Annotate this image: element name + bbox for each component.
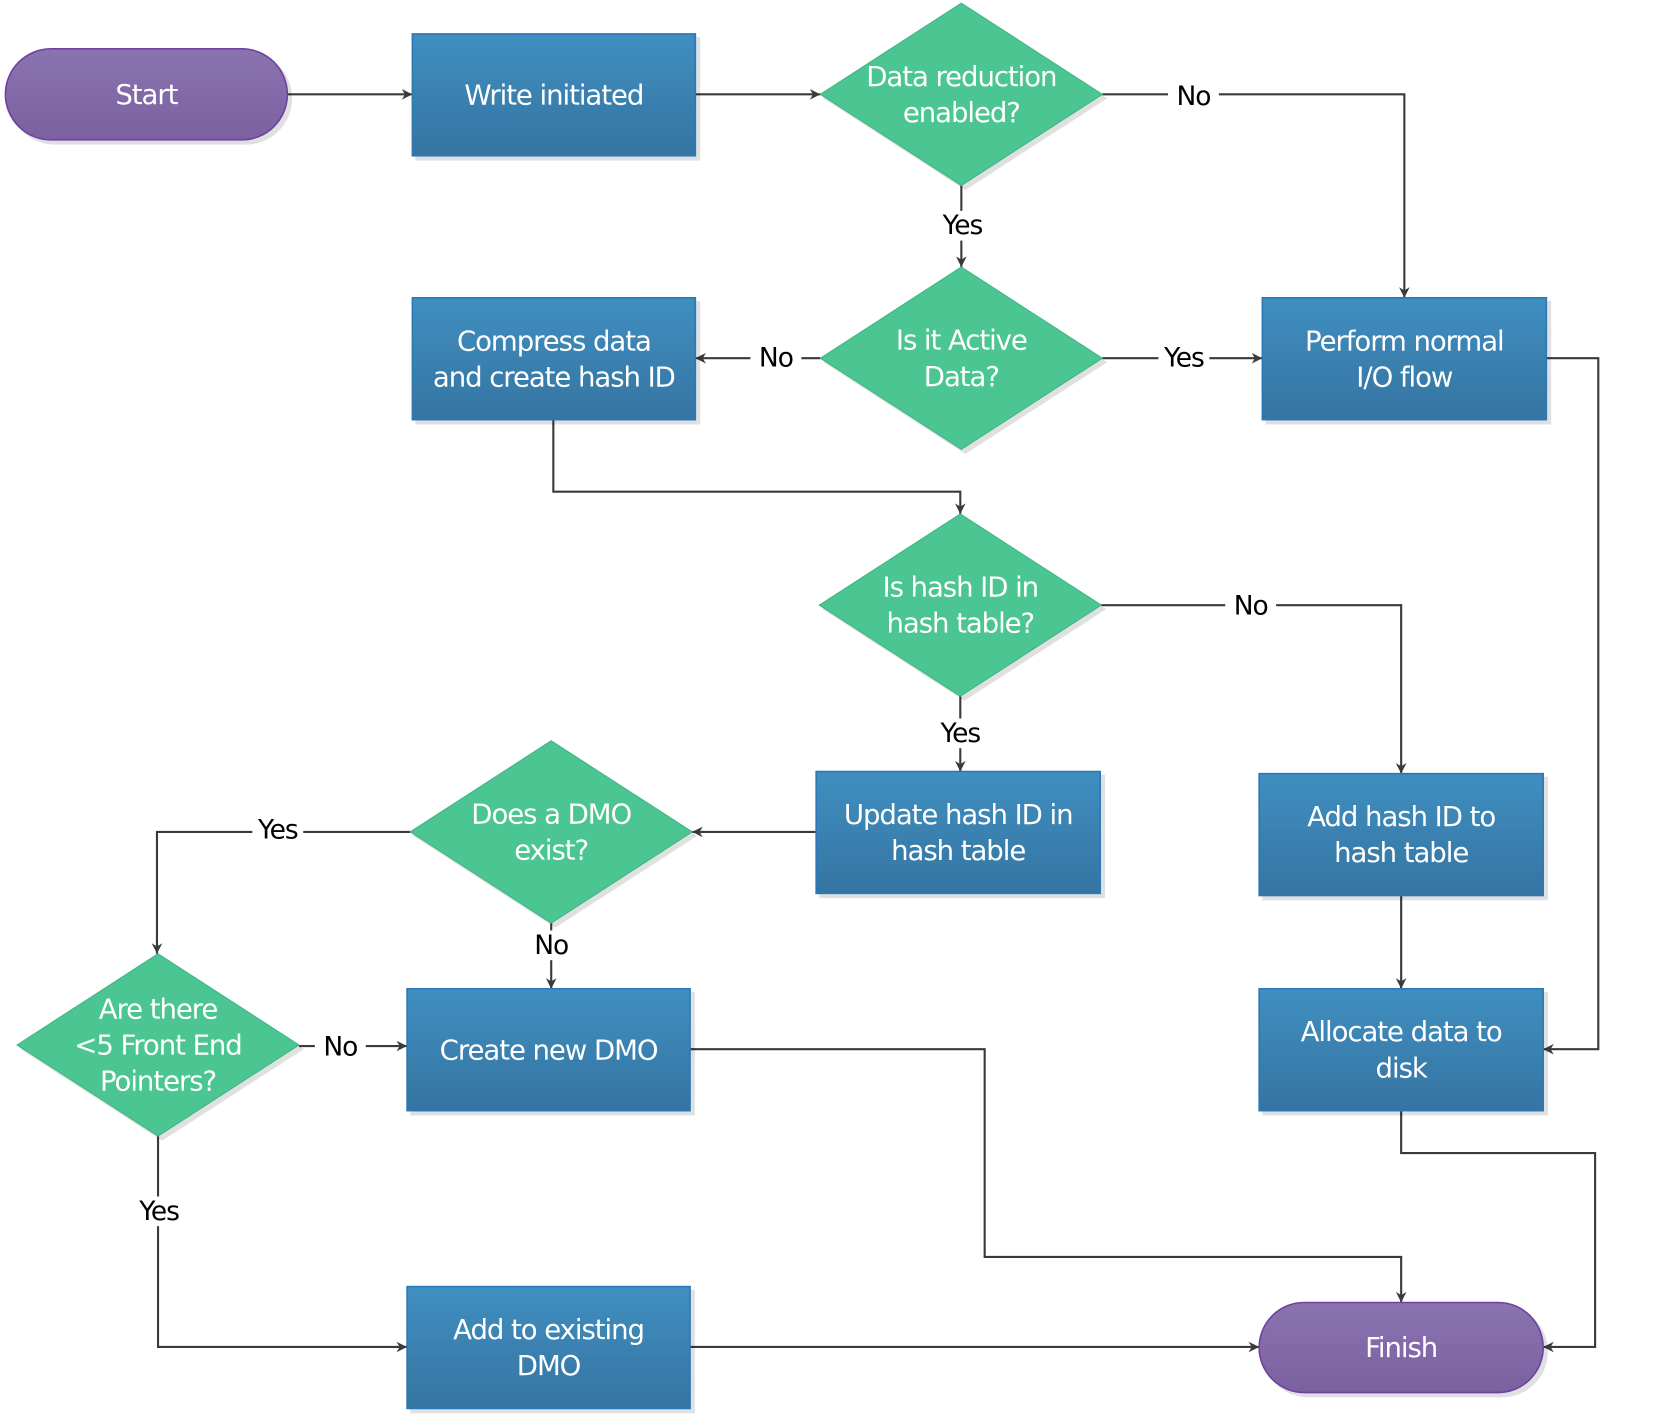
node-label: Add hash ID to <box>1307 801 1495 833</box>
node-label: Finish <box>1365 1332 1437 1364</box>
connector-d-pointers-to-add-existing <box>156 1136 408 1353</box>
node-label: Update hash ID in <box>844 799 1073 831</box>
decision-diamond <box>819 2 1104 187</box>
node-label: exist? <box>514 834 588 866</box>
edge-label-yes: Yes <box>940 718 981 749</box>
process-box <box>1258 772 1544 897</box>
node-d-reduction: Data reduction enabled? <box>819 2 1104 187</box>
node-label: Start <box>115 79 178 111</box>
connector-normal-io-to-allocate <box>1543 357 1600 1055</box>
process-box <box>411 297 697 421</box>
node-label: Does a DMO <box>471 798 631 830</box>
node-start: Start <box>4 47 289 141</box>
node-label: <5 Front End <box>74 1029 241 1061</box>
node-d-active: Is it Active Data? <box>819 266 1104 450</box>
node-update-hash: Update hash ID in hash table <box>815 770 1101 895</box>
edge-label-no: No <box>1176 81 1210 112</box>
node-label: Write initiated <box>464 79 643 111</box>
node-write: Write initiated <box>411 33 697 157</box>
node-label: and create hash ID <box>433 361 675 393</box>
connectors <box>151 89 1600 1353</box>
node-label: Are there <box>99 993 218 1025</box>
node-add-existing: Add to existing DMO <box>406 1285 691 1410</box>
edge-label-no: No <box>323 1032 357 1063</box>
node-d-hash: Is hash ID in hash table? <box>818 513 1103 697</box>
edge-label-yes: Yes <box>942 210 983 241</box>
node-compress: Compress data and create hash ID <box>411 297 697 421</box>
node-label: I/O flow <box>1356 361 1453 393</box>
connector-compress-to-d-hash <box>552 419 966 514</box>
node-label: Is hash ID in <box>883 572 1039 604</box>
edge-label-no: No <box>534 930 568 961</box>
node-label: hash table <box>891 835 1025 867</box>
node-label: disk <box>1376 1052 1428 1084</box>
node-label: enabled? <box>903 97 1020 129</box>
node-label: Is it Active <box>896 325 1027 357</box>
node-label: Data reduction <box>866 61 1056 93</box>
edge-label-yes: Yes <box>138 1196 179 1227</box>
node-finish: Finish <box>1258 1301 1544 1394</box>
node-label: Add to existing <box>453 1314 644 1346</box>
node-d-pointers: Are there <5 Front End Pointers? <box>16 953 300 1137</box>
process-box <box>1258 987 1544 1112</box>
node-label: Allocate data to <box>1301 1016 1502 1048</box>
connector-d-reduction-to-normal-io <box>1102 93 1410 298</box>
edge-label-yes: Yes <box>257 814 298 845</box>
process-box <box>1261 297 1548 421</box>
node-label: hash table <box>1334 837 1468 869</box>
node-label: Create new DMO <box>440 1034 658 1066</box>
flowchart: Start Write initiated Data reduction enable… <box>4 2 1600 1410</box>
node-label: Compress data <box>457 325 651 357</box>
edge-labels: No Yes No Yes No Yes Yes No No Yes <box>133 81 1277 1227</box>
connector-d-hash-to-add-hash <box>1101 604 1407 774</box>
node-label: Perform normal <box>1305 325 1504 357</box>
decision-diamond <box>818 513 1103 697</box>
node-normal-io: Perform normal I/O flow <box>1261 297 1548 421</box>
decision-diamond <box>409 740 694 924</box>
node-allocate: Allocate data to disk <box>1258 987 1544 1112</box>
connector-d-dmo-to-d-pointers <box>151 830 411 954</box>
node-d-dmo: Does a DMO exist? <box>409 740 694 924</box>
nodes: Start Write initiated Data reduction enable… <box>4 2 1548 1410</box>
node-label: DMO <box>517 1350 581 1382</box>
node-create-dmo: Create new DMO <box>406 987 691 1112</box>
process-box <box>815 770 1101 895</box>
node-label: Pointers? <box>100 1066 216 1098</box>
node-label: Data? <box>924 361 999 393</box>
edge-label-no: No <box>759 343 793 374</box>
edge-label-no: No <box>1234 591 1268 622</box>
edge-label-yes: Yes <box>1163 343 1204 374</box>
node-add-hash: Add hash ID to hash table <box>1258 772 1544 897</box>
node-label: hash table? <box>886 608 1034 640</box>
process-box <box>406 1285 691 1410</box>
decision-diamond <box>819 266 1104 450</box>
